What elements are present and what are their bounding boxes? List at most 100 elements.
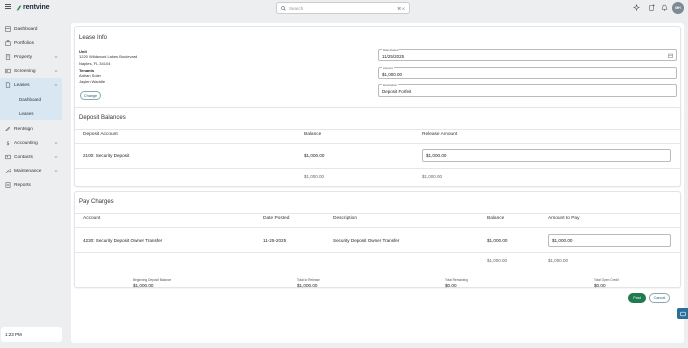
clock-display: 1:23 PM xyxy=(1,327,62,342)
ai-sparkle-icon[interactable] xyxy=(633,4,640,11)
sidebar-item-rentsign[interactable]: Rentsign xyxy=(0,122,66,136)
avatar[interactable]: MH xyxy=(672,2,684,14)
sidebar-item-label: Portfolios xyxy=(14,40,34,46)
balance-total: $1,000.00 xyxy=(304,174,325,179)
divider xyxy=(75,227,680,228)
sidebar-item-accounting[interactable]: $ Accounting xyxy=(0,136,66,150)
sidebar-item-label: Reports xyxy=(14,182,31,188)
sidebar-item-reports[interactable]: Reports xyxy=(0,178,66,192)
cancel-button[interactable]: Cancel xyxy=(649,293,670,303)
date-posted-field[interactable]: Date Posted 11/25/2025 xyxy=(378,47,677,61)
sidebar-item-leases[interactable]: Leases xyxy=(0,78,62,92)
summary-label: Beginning Deposit Balance xyxy=(133,278,172,282)
search-input[interactable]: Search ⌘ K xyxy=(276,2,410,14)
summary-value: $0.00 xyxy=(594,283,606,288)
menu-icon[interactable] xyxy=(5,4,11,10)
chevron-down-icon xyxy=(54,55,58,58)
balance-total: $1,000.00 xyxy=(487,258,508,263)
bell-icon[interactable] xyxy=(661,4,668,11)
amount-label: Amount xyxy=(382,65,394,70)
calendar-icon[interactable] xyxy=(668,53,673,58)
sidebar-item-property[interactable]: Property xyxy=(0,50,66,64)
address-line-2: Naples, FL 34104 xyxy=(79,60,111,66)
reports-icon xyxy=(5,182,11,188)
sidebar-item-maintenance[interactable]: Maintenance xyxy=(0,164,66,178)
dashboard-icon xyxy=(5,26,11,32)
amount-to-pay-input[interactable]: $1,000.00 xyxy=(548,234,671,247)
divider xyxy=(75,168,680,169)
column-header: Description xyxy=(333,216,357,221)
pay-charges-title: Pay Charges xyxy=(79,199,114,205)
column-header: Balance xyxy=(304,132,322,137)
leases-icon xyxy=(5,82,11,88)
column-header: Balance xyxy=(487,216,505,221)
summary-value: $0.00 xyxy=(445,283,457,288)
logo[interactable]: rentvine xyxy=(16,3,50,12)
sidebar-item-screening[interactable]: Screening xyxy=(0,64,66,78)
sidebar-item-label: Dashboard xyxy=(14,26,38,32)
address-line-1: 1220 Wildwood Lakes Boulevard xyxy=(79,54,138,59)
search-placeholder: Search xyxy=(289,5,304,11)
amount-total: $1,000.00 xyxy=(548,258,569,263)
leases-group: Leases Dashboard Leases xyxy=(0,78,62,120)
summary-label: Total Open Credit xyxy=(594,278,619,282)
description-cell: Security Deposit Owner Transfer xyxy=(333,238,400,243)
column-header: Date Posted xyxy=(263,216,290,221)
column-header: Deposit Account xyxy=(83,132,118,137)
contacts-icon xyxy=(5,154,11,160)
brand-name: rentvine xyxy=(23,4,50,11)
sign-icon xyxy=(5,126,11,132)
sidebar-item-label: Screening xyxy=(14,68,36,74)
building-icon xyxy=(5,54,11,60)
release-amount-input[interactable]: $1,000.00 xyxy=(422,149,671,162)
sidebar-item-contacts[interactable]: Contacts xyxy=(0,150,66,164)
chevron-down-icon xyxy=(54,69,58,72)
wrench-icon xyxy=(6,169,11,173)
balance-cell: $1,000.00 xyxy=(304,153,325,158)
account-cell: 4230: Security Deposit Owner Transfer xyxy=(83,238,163,243)
sidebar-item-label: Maintenance xyxy=(14,168,42,174)
portfolio-icon xyxy=(5,40,11,46)
lease-details: Unit 1220 Wildwood Lakes Boulevard Naple… xyxy=(79,49,279,86)
sidebar-item-label: Leases xyxy=(14,82,30,88)
description-label: Description xyxy=(382,82,398,87)
sidebar-item-portfolios[interactable]: Portfolios xyxy=(0,36,66,50)
change-button[interactable]: Change xyxy=(80,91,101,100)
sidebar-item-label: Property xyxy=(14,54,33,60)
lease-info-title: Lease Info xyxy=(79,35,108,41)
pay-charges-card: Pay Charges Account Date Posted Descript… xyxy=(74,191,681,288)
tenant-name: Jaylen Waddle xyxy=(79,79,106,85)
description-value: Deposit Forfeit xyxy=(382,89,412,94)
help-icon xyxy=(679,311,686,316)
summary-label: Total to Release xyxy=(297,278,320,282)
post-button[interactable]: Post xyxy=(628,293,646,303)
logo-icon xyxy=(16,5,22,10)
sidebar-subitem-dashboard[interactable]: Dashboard xyxy=(0,92,62,106)
date-posted-value: 11/25/2025 xyxy=(382,54,405,59)
chevron-down-icon xyxy=(54,141,58,144)
sidebar-item-label: Contacts xyxy=(14,154,33,160)
divider xyxy=(75,252,680,253)
column-header: Release Amount xyxy=(422,132,458,137)
sidebar: Dashboard Portfolios Property Screening … xyxy=(0,22,66,192)
notification-icon[interactable] xyxy=(648,4,655,11)
amount-field[interactable]: Amount $1,000.00 xyxy=(378,65,677,79)
summary-label: Total Remaining xyxy=(445,278,468,282)
amount-value: $1,000.00 xyxy=(382,72,403,77)
sidebar-subitem-leases[interactable]: Leases xyxy=(0,106,62,120)
sidebar-item-dashboard[interactable]: Dashboard xyxy=(0,22,66,36)
release-total: $1,000.00 xyxy=(422,174,443,179)
summary-value: $1,000.00 xyxy=(133,283,154,288)
column-header: Amount to Pay xyxy=(548,216,580,221)
description-field[interactable]: Description Deposit Forfeit xyxy=(378,82,677,97)
date-cell: 11-25-2025 xyxy=(263,238,287,243)
sidebar-item-label: Accounting xyxy=(14,140,38,146)
deposit-account-cell: 2100: Security Deposit xyxy=(83,153,130,158)
chevron-up-icon xyxy=(54,83,58,86)
help-tab[interactable] xyxy=(677,308,688,319)
deposit-balances-card: Deposit Balances Deposit Account Balance… xyxy=(74,107,681,187)
divider xyxy=(75,129,680,130)
search-icon xyxy=(281,5,286,11)
balance-cell: $1,000.00 xyxy=(487,238,508,243)
top-bar: rentvine Search ⌘ K MH xyxy=(0,0,688,17)
